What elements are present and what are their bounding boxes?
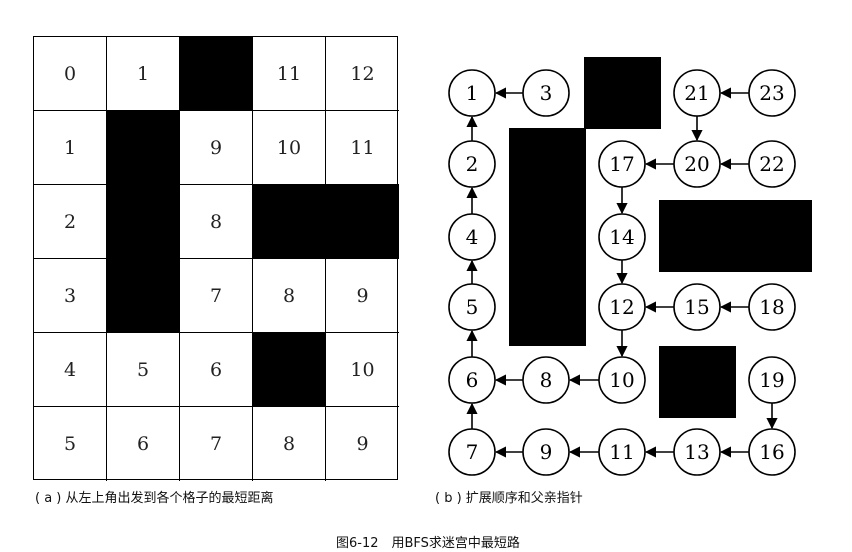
bfs-node-label: 4 <box>466 225 479 249</box>
bfs-node-label: 10 <box>609 368 634 392</box>
maze-wall <box>584 57 661 129</box>
bfs-node-label: 11 <box>609 440 634 464</box>
bfs-node-label: 6 <box>466 368 479 392</box>
bfs-node-label: 18 <box>759 295 784 319</box>
bfs-node-label: 19 <box>759 368 784 392</box>
bfs-node-label: 5 <box>466 295 479 319</box>
bfs-node-label: 17 <box>609 152 634 176</box>
bfs-node-label: 8 <box>540 368 553 392</box>
bfs-node-label: 12 <box>609 295 634 319</box>
bfs-node-label: 16 <box>759 440 784 464</box>
bfs-node-label: 14 <box>609 225 634 249</box>
bfs-node-label: 22 <box>759 152 784 176</box>
bfs-node-label: 23 <box>759 81 784 105</box>
bfs-node-label: 1 <box>466 81 479 105</box>
bfs-node-label: 2 <box>466 152 479 176</box>
bfs-node-label: 13 <box>684 440 709 464</box>
bfs-node-label: 20 <box>684 152 709 176</box>
bfs-node-label: 21 <box>684 81 709 105</box>
bfs-node-label: 9 <box>540 440 553 464</box>
bfs-tree-diagram: 1 3 21 232 17 20 224 145 12 15 186 8 10 197 9 11 13 16 <box>448 57 812 476</box>
bfs-node-label: 15 <box>684 295 709 319</box>
maze-wall <box>659 346 736 418</box>
bfs-node-label: 7 <box>466 440 479 464</box>
maze-wall <box>659 200 812 272</box>
maze-wall <box>509 128 586 346</box>
bfs-node-label: 3 <box>540 81 553 105</box>
